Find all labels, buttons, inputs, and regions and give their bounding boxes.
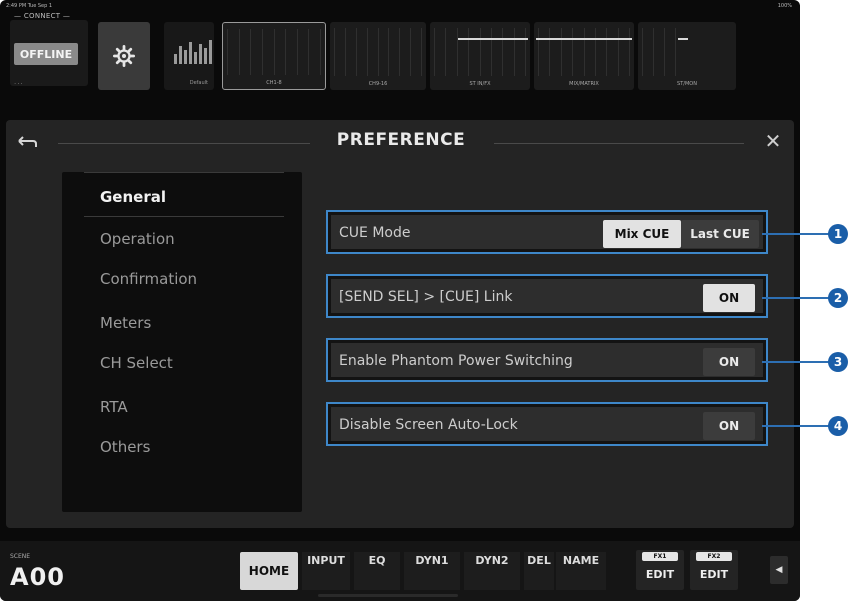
sidebar-item-meters[interactable]: Meters [100, 314, 151, 332]
setup-button[interactable] [98, 22, 150, 90]
gear-icon [113, 45, 135, 67]
bank-ch9-16[interactable]: CH9-16 [330, 22, 426, 90]
scroll-left-icon[interactable]: ◀ [770, 556, 788, 584]
tab-del[interactable]: DEL [524, 552, 554, 590]
tab-input[interactable]: INPUT [302, 552, 350, 590]
bank-label: ST/MON [677, 81, 697, 87]
callout-line [762, 233, 830, 235]
sidebar-item-operation[interactable]: Operation [100, 230, 175, 248]
sidebar-item-ch-select[interactable]: CH Select [100, 354, 173, 372]
screen-auto-lock-row: Disable Screen Auto-Lock ON [326, 402, 768, 446]
bank-label: CH9-16 [368, 81, 388, 87]
bank-label: CH1-8 [266, 80, 282, 86]
fx2-edit-label: EDIT [699, 568, 729, 581]
callout-4: 4 [828, 416, 848, 436]
cue-mode-row: CUE Mode Mix CUE Last CUE [326, 210, 768, 254]
screen-auto-lock-toggle[interactable]: ON [703, 412, 755, 440]
preference-sidebar: General Operation Confirmation Meters CH… [62, 172, 302, 512]
fx2-tag: FX2 [696, 552, 732, 561]
panel-header: PREFERENCE ✕ [6, 120, 794, 166]
screen-auto-lock-label: Disable Screen Auto-Lock [339, 417, 518, 433]
scene-label: SCENE [10, 553, 31, 560]
callout-3: 3 [828, 352, 848, 372]
tab-dyn2[interactable]: DYN2 [464, 552, 520, 590]
offline-button[interactable]: OFFLINE [14, 43, 78, 65]
bank-ch1-8[interactable]: CH1-8 [222, 22, 326, 90]
send-sel-cue-link-toggle[interactable]: ON [703, 284, 755, 312]
sidebar-item-others[interactable]: Others [100, 438, 150, 456]
default-label: Default [189, 80, 208, 86]
sidebar-item-general[interactable]: General [100, 188, 166, 206]
sidebar-divider [84, 216, 284, 217]
bank-st-mon[interactable]: ST/MON [638, 22, 736, 90]
sidebar-item-rta[interactable]: RTA [100, 398, 128, 416]
tab-dyn1[interactable]: DYN1 [404, 552, 460, 590]
back-icon[interactable] [16, 133, 38, 151]
close-icon[interactable]: ✕ [762, 130, 784, 152]
send-sel-cue-link-row: [SEND SEL] > [CUE] Link ON [326, 274, 768, 318]
tab-eq[interactable]: EQ [354, 552, 400, 590]
send-sel-cue-link-label: [SEND SEL] > [CUE] Link [339, 289, 513, 305]
title-divider-left [58, 143, 310, 144]
meter-icon [174, 40, 212, 64]
fx2-edit-button[interactable]: FX2 EDIT [690, 550, 738, 590]
callout-2: 2 [828, 288, 848, 308]
status-battery: 100% [777, 3, 792, 9]
app-window: 2:49 PM Tue Sep 1 100% — CONNECT — OFFLI… [0, 0, 800, 601]
fx1-edit-button[interactable]: FX1 EDIT [636, 550, 684, 590]
fx1-edit-label: EDIT [645, 568, 675, 581]
callout-1: 1 [828, 224, 848, 244]
mix-cue-button[interactable]: Mix CUE [603, 220, 681, 248]
sidebar-divider [84, 172, 284, 173]
last-cue-button[interactable]: Last CUE [681, 220, 759, 248]
callout-line [762, 361, 830, 363]
home-button[interactable]: HOME [240, 552, 298, 590]
bank-label: MIX/MATRIX [569, 81, 599, 87]
cue-mode-label: CUE Mode [339, 225, 411, 241]
bank-label: ST IN/FX [469, 81, 491, 87]
preference-panel: PREFERENCE ✕ General Operation Confirmat… [6, 120, 794, 528]
default-layout-button[interactable]: Default [164, 22, 214, 90]
phantom-power-row: Enable Phantom Power Switching ON [326, 338, 768, 382]
page-title: PREFERENCE [336, 130, 466, 150]
scroll-indicator [318, 594, 458, 597]
tab-name[interactable]: NAME [556, 552, 606, 590]
callout-line [762, 297, 830, 299]
status-time: 2:49 PM Tue Sep 1 [6, 3, 53, 9]
sidebar-item-confirmation[interactable]: Confirmation [100, 270, 197, 288]
phantom-power-toggle[interactable]: ON [703, 348, 755, 376]
bank-mix-matrix[interactable]: MIX/MATRIX [534, 22, 634, 90]
callout-line [762, 425, 830, 427]
title-divider-right [494, 143, 744, 144]
fx1-tag: FX1 [642, 552, 678, 561]
more-dots: ... [14, 78, 24, 86]
connect-label: — CONNECT — [14, 12, 71, 20]
bank-st-in-fx[interactable]: ST IN/FX [430, 22, 530, 90]
phantom-power-label: Enable Phantom Power Switching [339, 353, 573, 369]
scene-number[interactable]: A00 [10, 563, 65, 591]
